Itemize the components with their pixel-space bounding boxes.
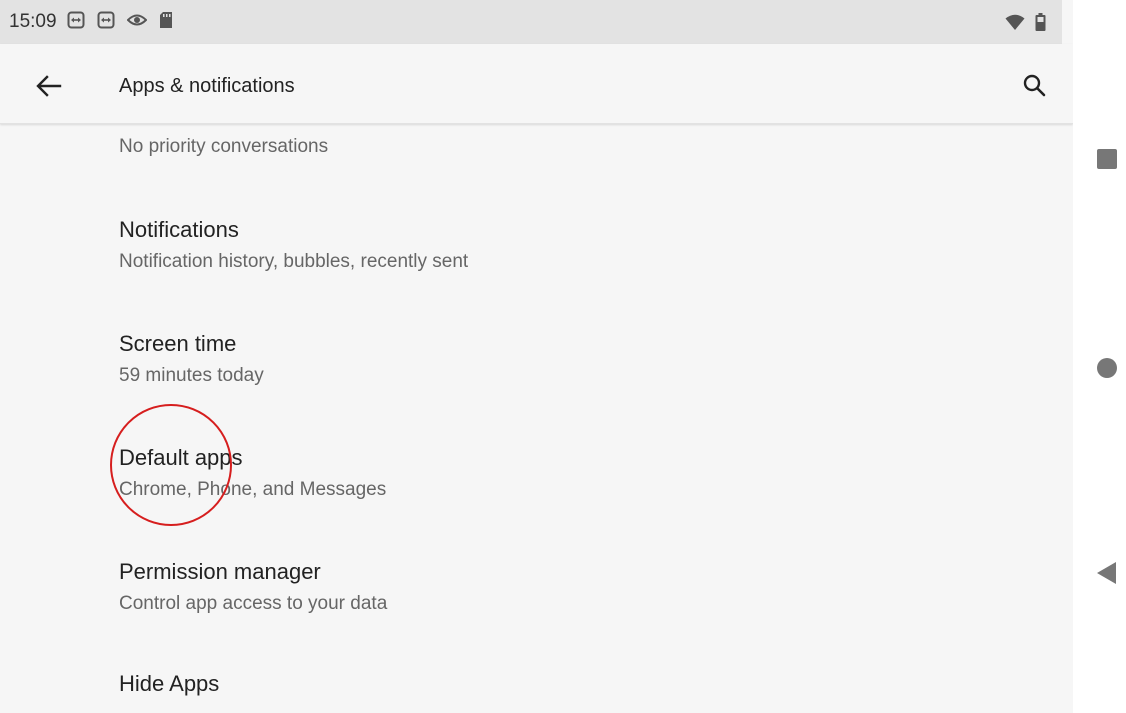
search-button[interactable] bbox=[1016, 68, 1054, 104]
teamviewer-icon bbox=[97, 11, 115, 34]
sd-card-icon bbox=[159, 11, 173, 34]
list-item-hide-apps[interactable]: Hide Apps bbox=[0, 646, 1073, 713]
item-summary: 59 minutes today bbox=[119, 365, 264, 386]
battery-icon bbox=[1035, 13, 1046, 36]
nav-back-button[interactable] bbox=[1096, 561, 1118, 590]
app-bar: Apps & notifications bbox=[0, 44, 1073, 124]
list-item-permission-manager[interactable]: Permission manager Control app access to… bbox=[0, 532, 1073, 632]
home-button[interactable] bbox=[1096, 357, 1118, 384]
status-right-icons bbox=[1005, 13, 1046, 36]
search-icon bbox=[1023, 74, 1046, 97]
item-summary: Notification history, bubbles, recently … bbox=[119, 251, 469, 272]
item-title: Notifications bbox=[119, 217, 239, 242]
item-title: Hide Apps bbox=[119, 671, 220, 696]
status-bar: 15:09 bbox=[0, 0, 1062, 44]
settings-screen: 15:09 Apps & notifications No priority c… bbox=[0, 0, 1073, 713]
page-title: Apps & notifications bbox=[119, 75, 295, 97]
eye-icon bbox=[126, 12, 147, 33]
status-time: 15:09 bbox=[9, 11, 57, 32]
item-title: Permission manager bbox=[119, 559, 321, 584]
navigation-bar bbox=[1073, 0, 1126, 713]
back-triangle-icon bbox=[1097, 562, 1116, 584]
list-item-notifications[interactable]: Notifications Notification history, bubb… bbox=[0, 190, 1073, 290]
item-title: Screen time bbox=[119, 331, 237, 356]
home-circle-icon bbox=[1097, 358, 1117, 378]
conversations-summary: No priority conversations bbox=[119, 136, 329, 157]
recents-square-icon bbox=[1097, 149, 1117, 169]
list-item-screen-time[interactable]: Screen time 59 minutes today bbox=[0, 304, 1073, 404]
list-item-default-apps[interactable]: Default apps Chrome, Phone, and Messages bbox=[0, 418, 1073, 518]
recents-button[interactable] bbox=[1096, 148, 1118, 175]
settings-list: No priority conversations Notifications … bbox=[0, 124, 1073, 713]
item-summary: Chrome, Phone, and Messages bbox=[119, 479, 387, 500]
teamviewer-icon bbox=[67, 11, 85, 34]
wifi-icon bbox=[1005, 14, 1025, 36]
item-title: Default apps bbox=[119, 445, 243, 470]
back-button[interactable] bbox=[28, 69, 68, 103]
arrow-left-icon bbox=[36, 75, 62, 97]
item-summary: Control app access to your data bbox=[119, 593, 388, 614]
